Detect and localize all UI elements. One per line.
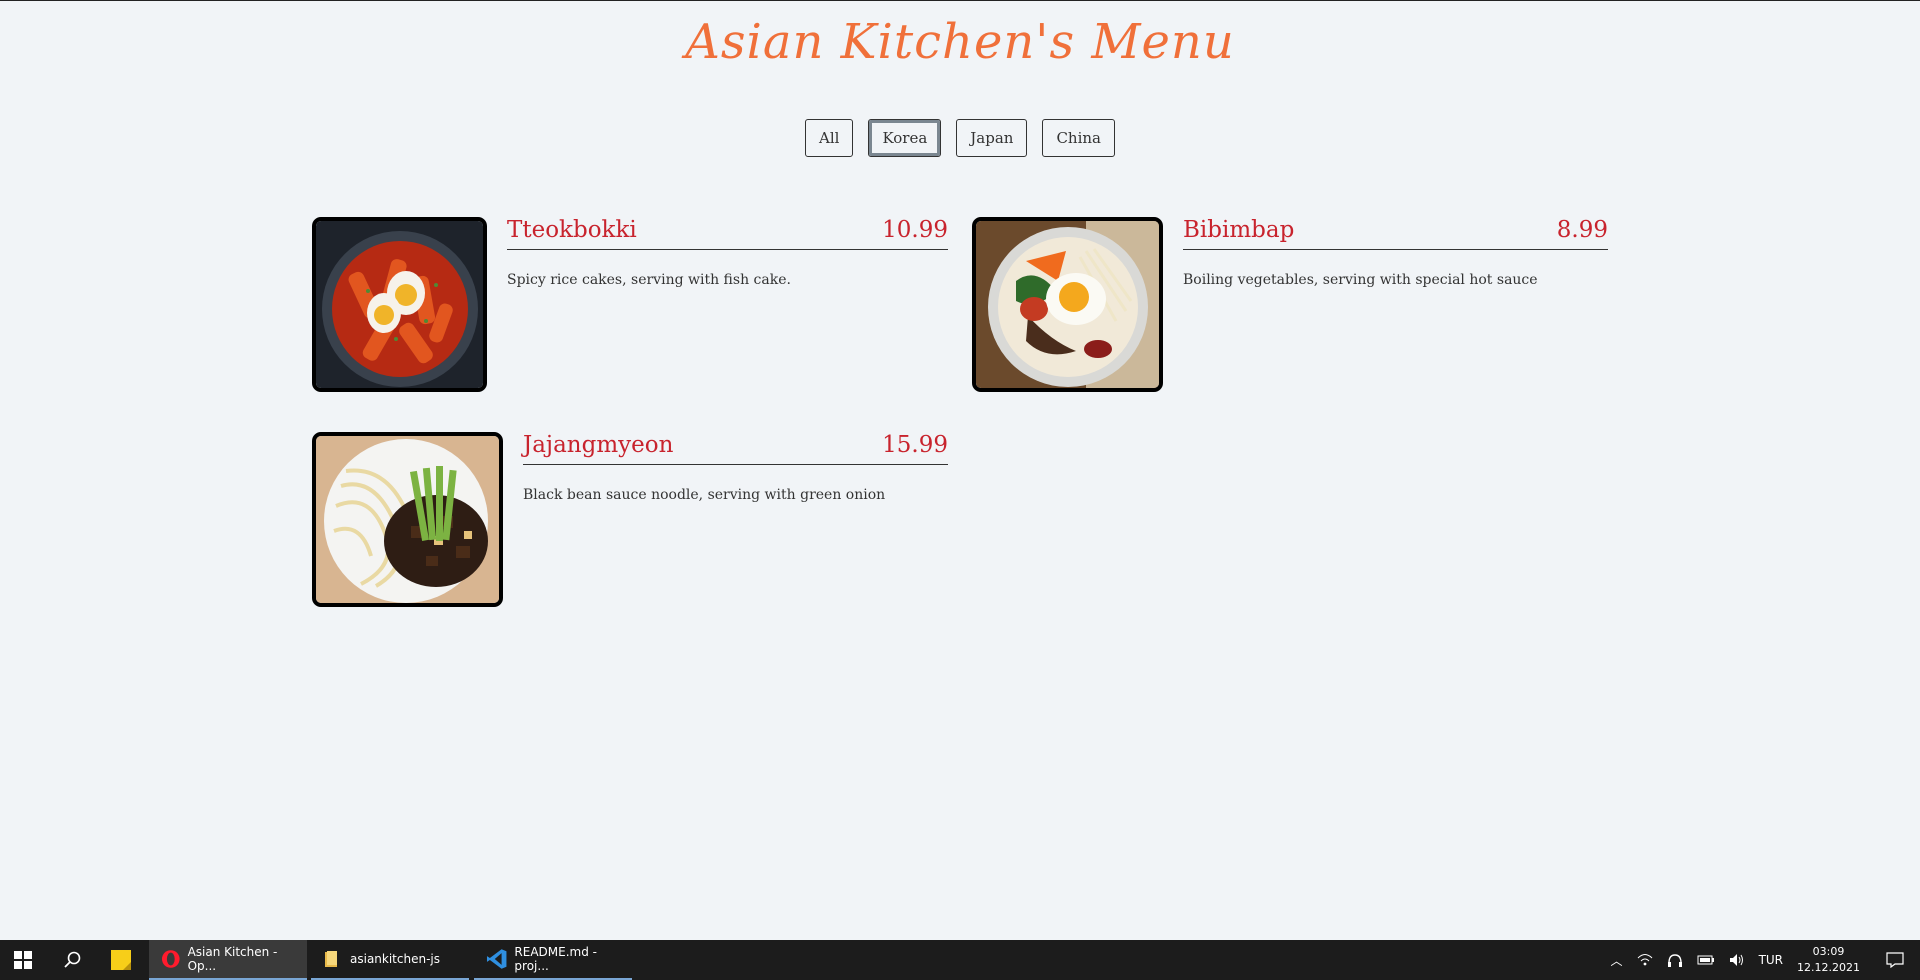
menu-item-header: Tteokbokki 10.99 [507,217,948,250]
menu-item-name: Jajangmyeon [523,432,674,458]
vscode-icon [486,949,507,969]
clock[interactable]: 03:09 12.12.2021 [1797,944,1860,976]
menu-item-info: Bibimbap 8.99 Boiling vegetables, servin… [1183,217,1608,392]
filter-china-button[interactable]: China [1042,119,1115,157]
windows-start-icon[interactable] [10,940,36,980]
taskbar-app-vscode[interactable]: README.md - proj... [474,940,632,980]
menu-item-price: 10.99 [882,217,948,243]
taskbar: Asian Kitchen - Op... asiankitchen-js RE… [0,940,1920,980]
notification-icon[interactable] [1886,952,1904,968]
menu-item-description: Boiling vegetables, serving with special… [1183,272,1538,288]
category-filters: All Korea Japan China [0,119,1920,157]
taskbar-app-label: asiankitchen-js [350,952,440,966]
menu-item-header: Jajangmyeon 15.99 [523,432,948,465]
opera-icon [161,950,180,968]
search-icon[interactable] [60,940,86,980]
menu-item: Jajangmyeon 15.99 Black bean sauce noodl… [312,432,948,607]
clock-time: 03:09 [1812,945,1845,958]
taskbar-app-opera[interactable]: Asian Kitchen - Op... [149,940,307,980]
menu-item-info: Jajangmyeon 15.99 Black bean sauce noodl… [523,432,948,607]
volume-icon[interactable] [1729,953,1745,967]
menu-item: Bibimbap 8.99 Boiling vegetables, servin… [972,217,1608,392]
sticky-notes-icon[interactable] [108,940,134,980]
menu-item-name: Tteokbokki [507,217,637,243]
top-border [0,0,1920,1]
filter-japan-button[interactable]: Japan [956,119,1028,157]
language-indicator[interactable]: TUR [1759,953,1783,967]
filter-all-button[interactable]: All [805,119,854,157]
taskbar-app-label: README.md - proj... [514,945,597,973]
page-title: Asian Kitchen's Menu [685,14,1235,70]
menu-item-name: Bibimbap [1183,217,1295,243]
battery-icon[interactable] [1697,954,1715,966]
folder-icon [325,951,337,967]
menu-item: Tteokbokki 10.99 Spicy rice cakes, servi… [312,217,948,392]
menu-item-description: Spicy rice cakes, serving with fish cake… [507,272,791,288]
menu-item-description: Black bean sauce noodle, serving with gr… [523,487,886,503]
filter-korea-button[interactable]: Korea [868,119,942,157]
chevron-up-icon[interactable]: ︿ [1611,952,1623,969]
taskbar-app-label: Asian Kitchen - Op... [187,945,278,973]
taskbar-app-explorer[interactable]: asiankitchen-js [311,940,469,980]
headphones-icon[interactable] [1667,953,1683,967]
system-tray: ︿ TUR 03:09 12.12.2021 [1611,940,1920,980]
menu-item-price: 8.99 [1556,217,1608,243]
menu-item-price: 15.99 [882,432,948,458]
menu-item-header: Bibimbap 8.99 [1183,217,1608,250]
menu-item-info: Tteokbokki 10.99 Spicy rice cakes, servi… [507,217,948,392]
tteokbokki-image [312,217,487,392]
clock-date: 12.12.2021 [1797,961,1860,974]
jajangmyeon-image [312,432,503,607]
wifi-icon[interactable] [1637,953,1653,967]
bibimbap-image [972,217,1163,392]
